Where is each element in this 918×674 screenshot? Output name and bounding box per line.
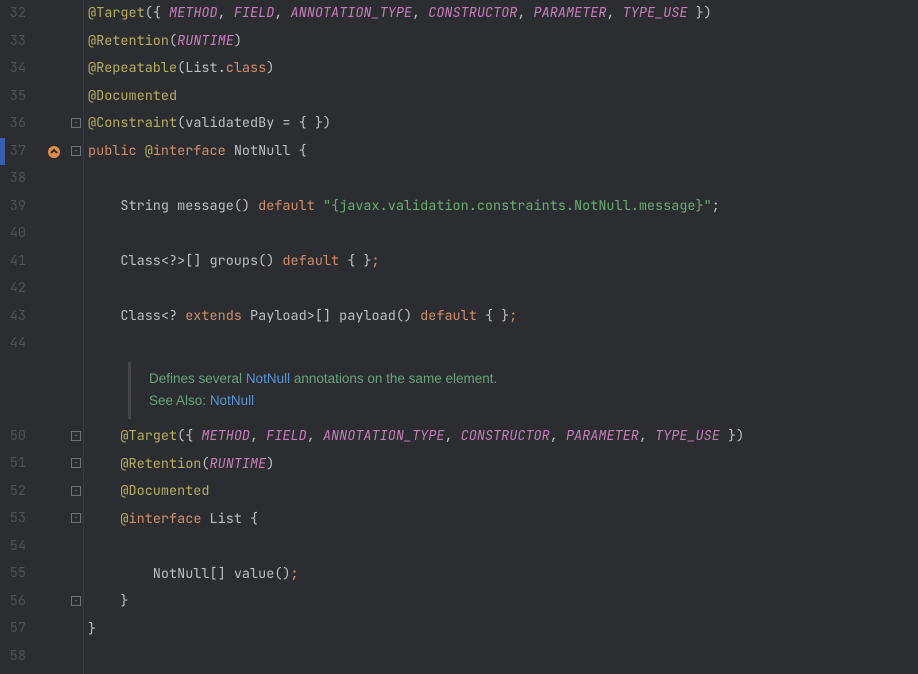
line-number[interactable]: 42 — [0, 275, 26, 303]
code-line[interactable]: NotNull[] value(); — [88, 561, 918, 589]
line-number[interactable]: 44 — [0, 330, 26, 358]
code-editor[interactable]: 32333435363738394041424344 50515253545556… — [0, 0, 918, 674]
line-number[interactable]: 37 — [0, 138, 26, 166]
line-number[interactable]: 41 — [0, 248, 26, 276]
line-number[interactable]: 50 — [0, 423, 26, 451]
code-area[interactable]: @Target({ METHOD, FIELD, ANNOTATION_TYPE… — [84, 0, 918, 674]
javadoc-link-notnull[interactable]: NotNull — [246, 371, 290, 386]
fold-toggle-icon[interactable]: − — [71, 458, 81, 468]
javadoc-link-notnull[interactable]: NotNull — [210, 393, 254, 408]
code-line[interactable] — [88, 220, 918, 248]
javadoc-text: Defines several — [149, 371, 242, 386]
line-number-gutter[interactable]: 32333435363738394041424344 50515253545556… — [0, 0, 42, 674]
line-number[interactable]: 53 — [0, 505, 26, 533]
line-number[interactable]: 55 — [0, 560, 26, 588]
code-line[interactable]: @Target({ METHOD, FIELD, ANNOTATION_TYPE… — [88, 423, 918, 451]
override-marker-icon[interactable] — [46, 144, 62, 160]
javadoc-text: annotations on the same element. — [294, 371, 497, 386]
line-number[interactable]: 54 — [0, 533, 26, 561]
line-number[interactable]: 34 — [0, 55, 26, 83]
code-line[interactable]: @Constraint(validatedBy = { }) — [88, 110, 918, 138]
line-number[interactable]: 56 — [0, 588, 26, 616]
javadoc-see-also-label: See Also: — [149, 393, 206, 408]
fold-toggle-icon[interactable]: − — [71, 118, 81, 128]
fold-column[interactable]: − − − − − − − — [70, 0, 84, 674]
code-line[interactable] — [88, 165, 918, 193]
code-line[interactable]: @Retention(RUNTIME) — [88, 451, 918, 479]
code-line[interactable]: String message() default "{javax.validat… — [88, 193, 918, 221]
code-line[interactable]: Class<? extends Payload>[] payload() def… — [88, 303, 918, 331]
fold-toggle-icon[interactable]: − — [71, 596, 81, 606]
fold-toggle-icon[interactable]: − — [71, 431, 81, 441]
line-number[interactable]: 38 — [0, 165, 26, 193]
code-line[interactable] — [88, 643, 918, 671]
gutter-icon-column[interactable] — [42, 0, 70, 674]
rendered-javadoc: Defines several NotNull annotations on t… — [128, 362, 918, 420]
code-line[interactable]: } — [88, 616, 918, 644]
code-line[interactable]: @Target({ METHOD, FIELD, ANNOTATION_TYPE… — [88, 0, 918, 28]
line-number[interactable]: 36 — [0, 110, 26, 138]
fold-toggle-icon[interactable]: − — [71, 513, 81, 523]
code-line[interactable] — [88, 533, 918, 561]
code-line[interactable]: @interface List { — [88, 506, 918, 534]
fold-toggle-icon[interactable]: − — [71, 486, 81, 496]
code-line[interactable]: @Documented — [88, 478, 918, 506]
line-number[interactable]: 58 — [0, 643, 26, 671]
line-number[interactable]: 52 — [0, 478, 26, 506]
code-line[interactable]: public @interface NotNull { — [88, 138, 918, 166]
line-number[interactable]: 57 — [0, 615, 26, 643]
line-number[interactable]: 33 — [0, 28, 26, 56]
code-line[interactable]: @Repeatable(List.class) — [88, 55, 918, 83]
line-number[interactable]: 32 — [0, 0, 26, 28]
line-number[interactable]: 35 — [0, 83, 26, 111]
code-line[interactable] — [88, 275, 918, 303]
code-line[interactable] — [88, 330, 918, 358]
code-line[interactable]: @Documented — [88, 83, 918, 111]
line-number[interactable]: 40 — [0, 220, 26, 248]
code-line[interactable]: Class<?>[] groups() default { }; — [88, 248, 918, 276]
line-number[interactable]: 51 — [0, 450, 26, 478]
code-line[interactable]: } — [88, 588, 918, 616]
code-line[interactable]: @Retention(RUNTIME) — [88, 28, 918, 56]
fold-toggle-icon[interactable]: − — [71, 146, 81, 156]
line-number[interactable]: 39 — [0, 193, 26, 221]
line-number[interactable]: 43 — [0, 303, 26, 331]
